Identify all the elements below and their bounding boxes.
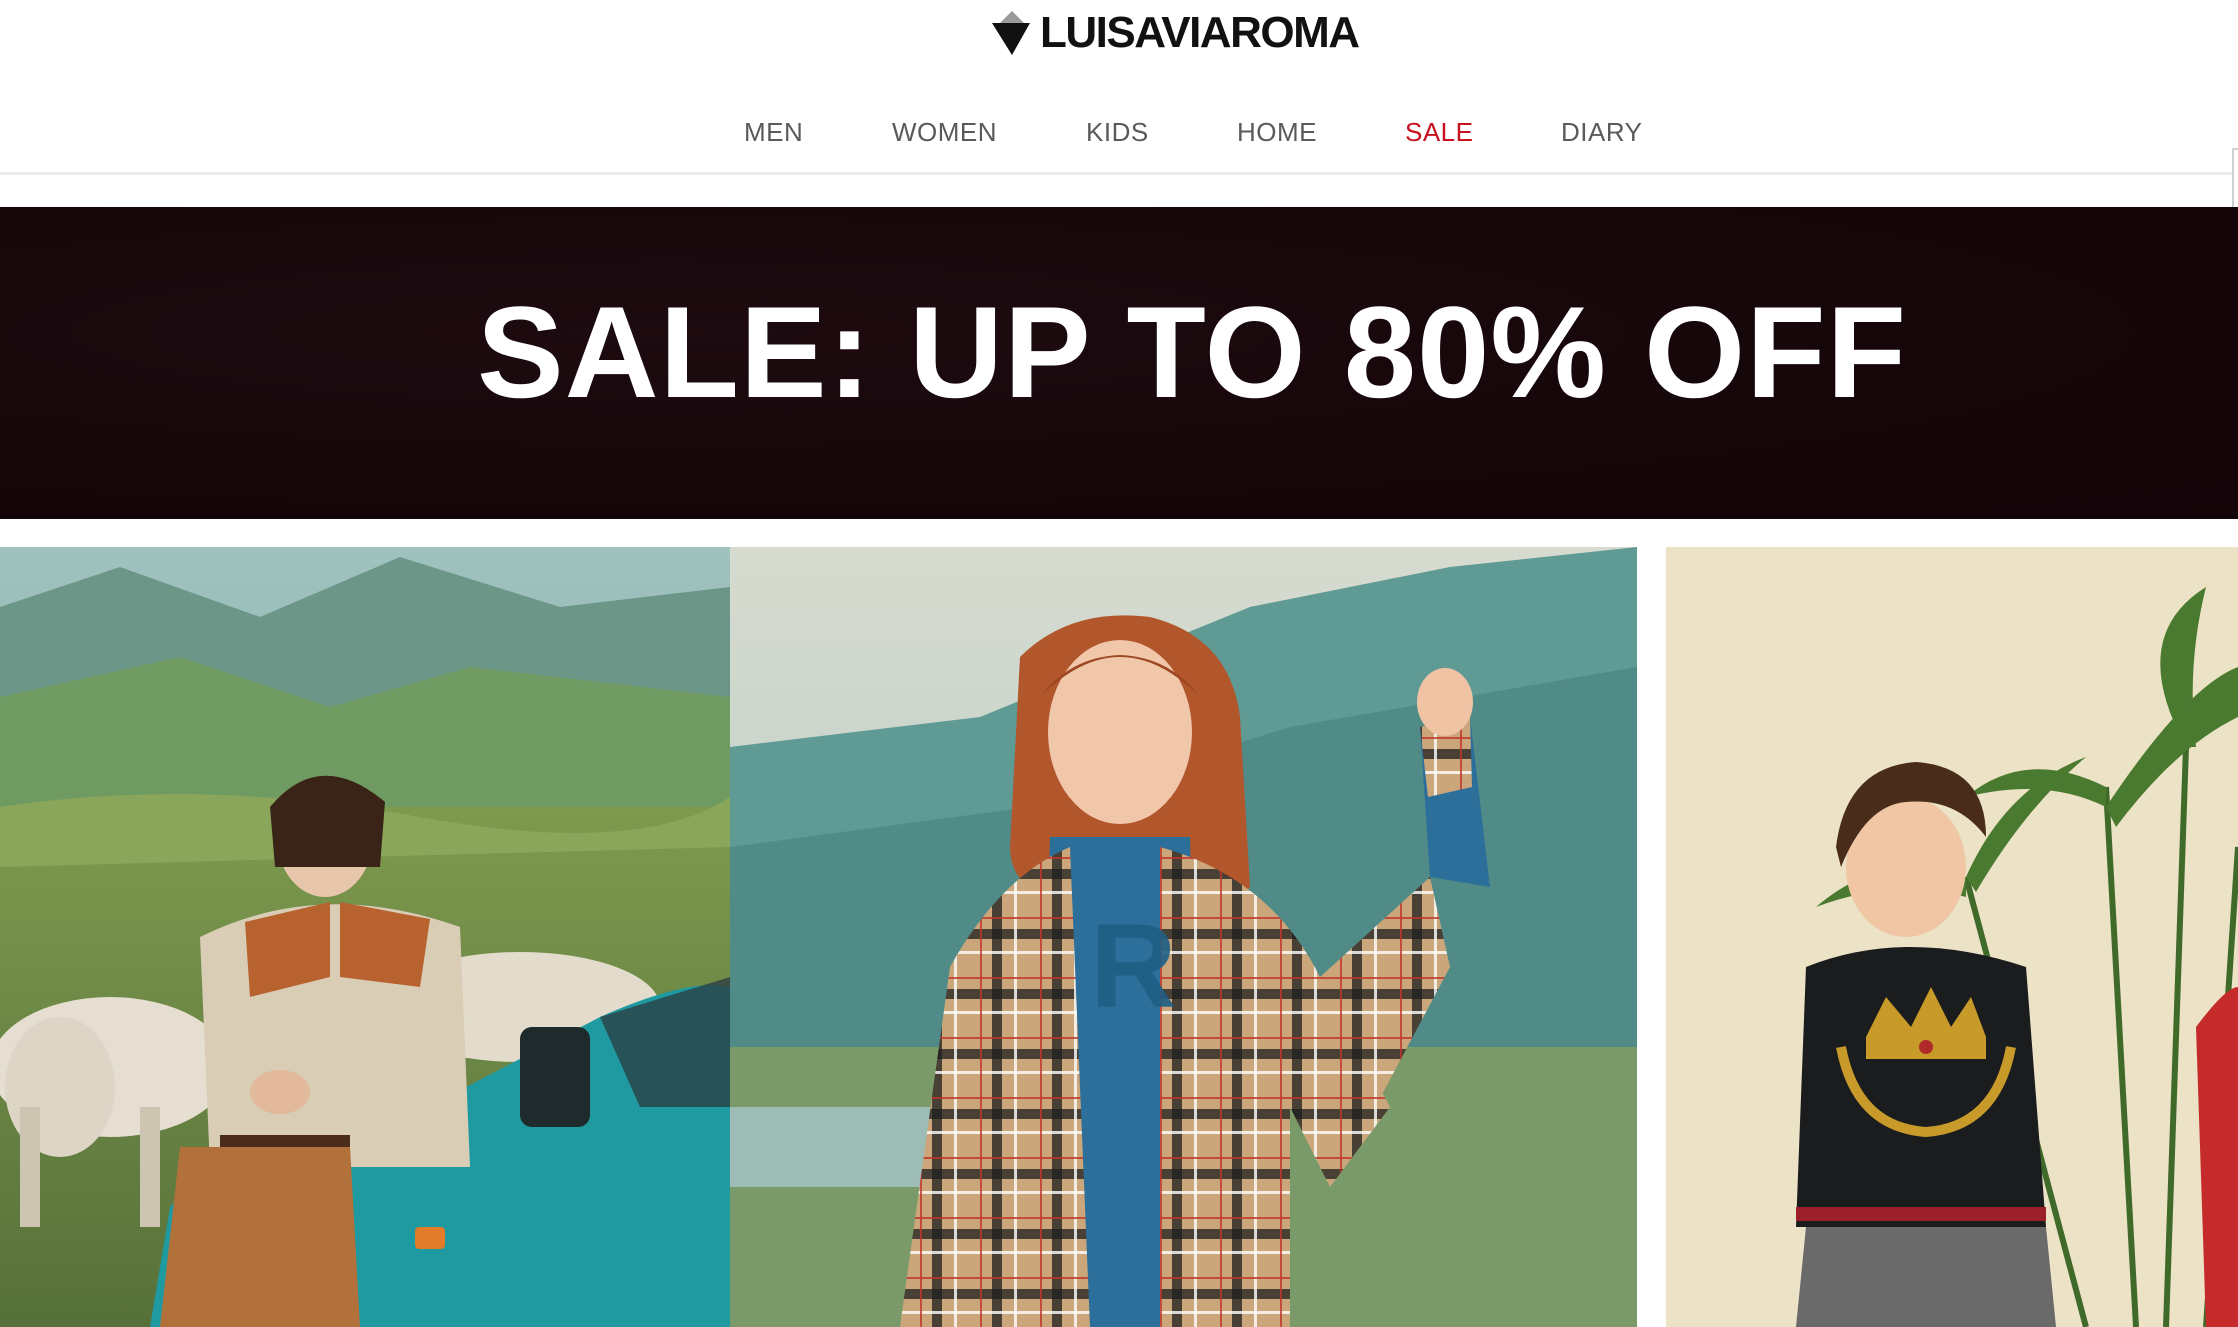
main-nav: MEN WOMEN KIDS HOME SALE DIARY bbox=[0, 112, 2238, 152]
nav-item-home[interactable]: HOME bbox=[1237, 112, 1317, 152]
nav-item-diary[interactable]: DIARY bbox=[1561, 112, 1643, 152]
nav-item-women[interactable]: WOMEN bbox=[892, 112, 997, 152]
triangle-logo-icon bbox=[992, 11, 1030, 55]
page: LUISAVIAROMA MEN WOMEN KIDS HOME SALE DI… bbox=[0, 0, 2238, 1327]
site-header: LUISAVIAROMA MEN WOMEN KIDS HOME SALE DI… bbox=[0, 0, 2238, 175]
nav-item-kids[interactable]: KIDS bbox=[1086, 112, 1149, 152]
nav-item-sale[interactable]: SALE bbox=[1405, 112, 1474, 152]
nav-item-men[interactable]: MEN bbox=[744, 112, 803, 152]
site-logo[interactable]: LUISAVIAROMA bbox=[990, 8, 1360, 58]
banner-title: SALE: UP TO 80% OFF bbox=[476, 279, 1908, 425]
logo-text: LUISAVIAROMA bbox=[1040, 8, 1360, 57]
kids-campaign-photo bbox=[1666, 547, 2238, 1327]
kids-campaign-tile[interactable] bbox=[1666, 547, 2238, 1327]
men-campaign-tile[interactable] bbox=[0, 547, 730, 1327]
men-campaign-photo bbox=[0, 547, 730, 1327]
sale-banner[interactable]: SALE: UP TO 80% OFF bbox=[0, 207, 2238, 519]
women-campaign-tile[interactable]: R bbox=[730, 547, 1637, 1327]
women-campaign-photo: R bbox=[730, 547, 1637, 1327]
edge-widget[interactable] bbox=[2232, 148, 2238, 210]
svg-text:R: R bbox=[1090, 899, 1177, 1033]
